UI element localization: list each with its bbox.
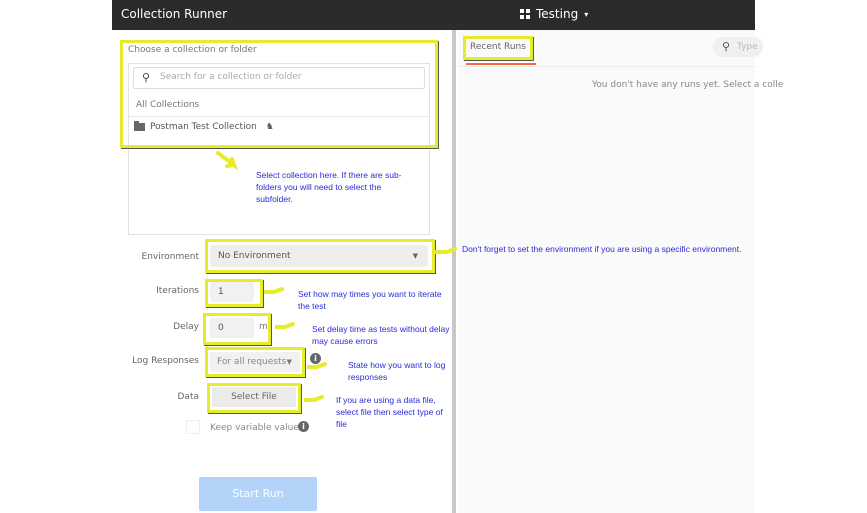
highlight-box-iterations <box>205 279 263 307</box>
annotation-environment: Don't forget to set the environment if y… <box>462 244 742 254</box>
app-title: Collection Runner <box>121 7 228 21</box>
annotation-arrow-icon <box>307 362 327 369</box>
annotation-arrow-icon <box>435 247 457 254</box>
highlight-box-environment <box>205 239 435 273</box>
delay-label: Delay <box>173 322 199 332</box>
annotation-iterations: Set how may times you want to iterate th… <box>298 289 442 311</box>
search-icon: ⚲ <box>722 40 731 53</box>
annotation-collection: Select collection here. If there are sub… <box>256 170 402 204</box>
runner-config-panel: Choose a collection or folder ⚲ Search f… <box>112 30 452 513</box>
top-bar: Collection Runner Testing ▾ <box>112 0 755 30</box>
recent-runs-panel: Recent Runs ⚲ Type You don't have any ru… <box>458 30 783 513</box>
highlight-box-recent-runs <box>463 36 533 60</box>
workspace-switcher[interactable]: Testing ▾ <box>520 7 588 21</box>
workspace-name: Testing <box>536 7 579 21</box>
active-tab-indicator <box>466 63 536 65</box>
iterations-label: Iterations <box>156 286 199 296</box>
panel-resize-handle[interactable] <box>452 30 456 513</box>
info-icon[interactable]: i <box>298 421 309 432</box>
caret-down-icon: ▾ <box>584 9 589 19</box>
annotation-delay: Set delay time as tests without delay ma… <box>312 324 450 346</box>
environment-label: Environment <box>141 252 199 262</box>
runs-search-input[interactable]: ⚲ Type <box>713 37 763 57</box>
grid-icon <box>520 9 530 19</box>
start-run-button[interactable]: Start Run <box>199 477 317 511</box>
search-placeholder: Type <box>737 42 758 52</box>
highlight-box-delay <box>203 313 271 345</box>
divider <box>458 66 755 67</box>
keep-variable-values-label: Keep variable values <box>210 423 304 433</box>
annotation-log: State how you want to log responses <box>348 360 446 382</box>
highlight-box-data <box>207 383 301 413</box>
annotation-arrow-icon <box>275 322 295 329</box>
annotation-arrow-icon <box>216 151 238 171</box>
log-responses-label: Log Responses <box>132 356 199 366</box>
highlight-box-log <box>205 347 305 377</box>
annotation-data: If you are using a data file, select fil… <box>336 395 443 429</box>
empty-state-message: You don't have any runs yet. Select a co… <box>592 80 784 90</box>
keep-variable-values-checkbox[interactable] <box>186 420 200 434</box>
collection-runner-window: Collection Runner Testing ▾ Choose a col… <box>112 0 783 513</box>
data-label: Data <box>177 392 200 402</box>
highlight-box-collection <box>120 40 438 148</box>
annotation-arrow-icon <box>304 395 324 402</box>
annotation-arrow-icon <box>264 287 284 294</box>
